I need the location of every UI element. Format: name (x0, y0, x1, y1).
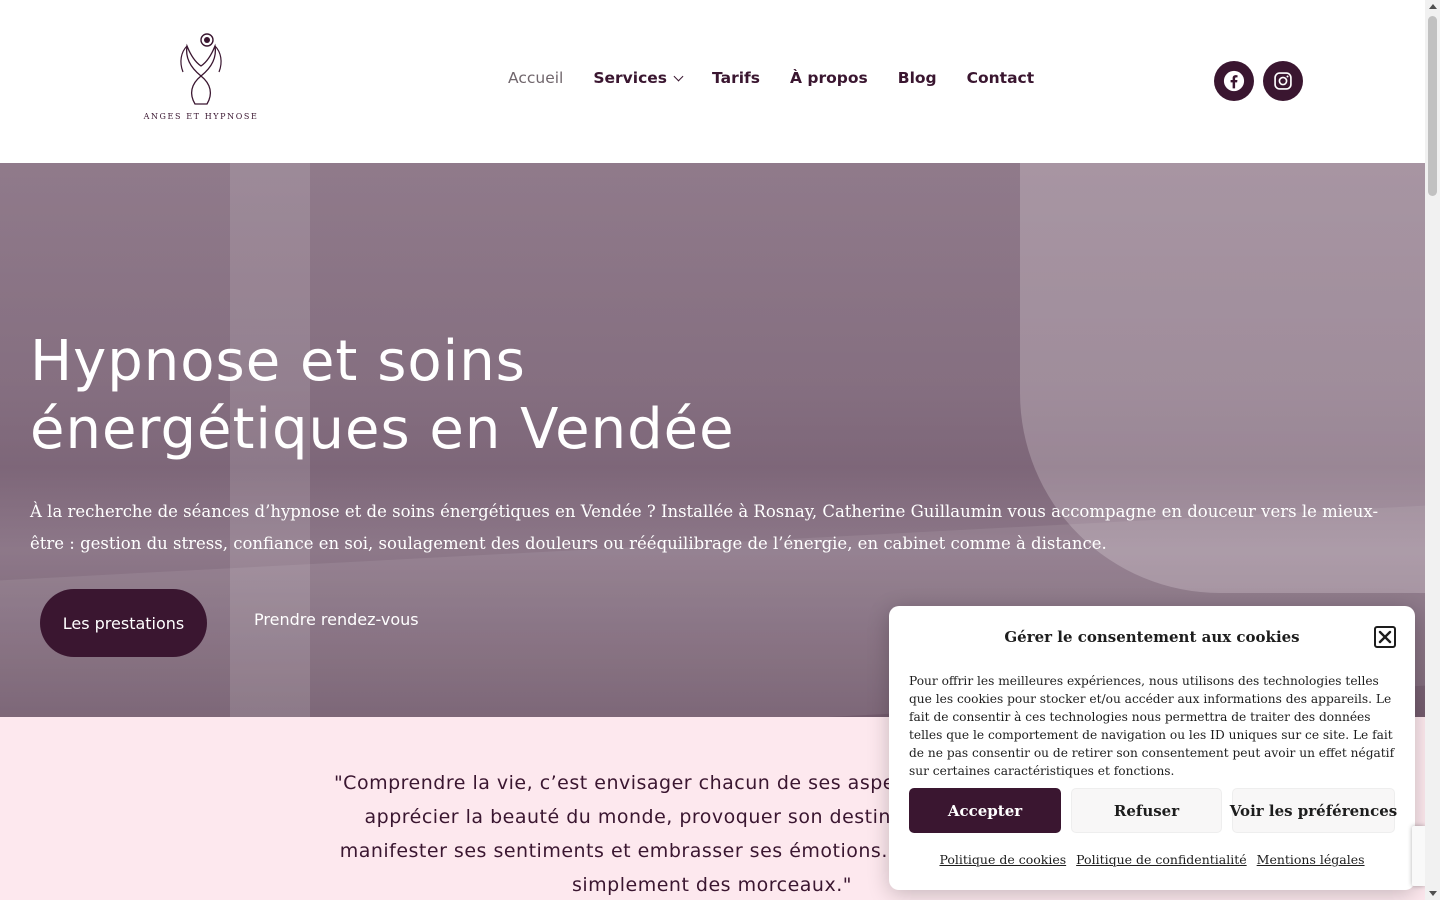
nav-label: Tarifs (712, 69, 760, 87)
hero-title-line: énergétiques en Vendée (30, 397, 735, 462)
refuse-button[interactable]: Refuser (1071, 788, 1222, 833)
recaptcha-badge[interactable] (1412, 826, 1425, 886)
facebook-button[interactable] (1214, 61, 1254, 101)
page-scrollbar[interactable] (1425, 0, 1440, 900)
site-header: ANGES ET HYPNOSE Accueil Services Tarifs… (0, 0, 1425, 163)
nav-label: À propos (790, 69, 868, 87)
nav-contact[interactable]: Contact (967, 69, 1035, 87)
nav-blog[interactable]: Blog (898, 69, 937, 87)
preferences-button[interactable]: Voir les préférences (1230, 788, 1397, 833)
hero-title: Hypnose et soins énergétiques en Vendée (30, 328, 790, 464)
nav-label: Contact (966, 69, 1035, 87)
chevron-down-icon (673, 71, 684, 81)
nav-label: Services (593, 69, 668, 87)
instagram-icon (1274, 72, 1292, 90)
hero-title-line: Hypnose et soins (30, 329, 526, 394)
cookie-title: Gérer le consentement aux cookies (1004, 628, 1300, 646)
cookie-description: Pour offrir les meilleures expériences, … (909, 674, 1395, 778)
site-logo[interactable]: ANGES ET HYPNOSE (140, 28, 262, 128)
close-button[interactable] (1374, 626, 1396, 648)
nav-label: Blog (897, 69, 937, 87)
prestations-button[interactable]: Les prestations (40, 589, 207, 657)
main-nav: Accueil Services Tarifs À propos Blog Co… (508, 69, 1034, 87)
nav-accueil[interactable]: Accueil (508, 69, 563, 87)
cookie-consent-dialog: Gérer le consentement aux cookies Pour o… (889, 606, 1415, 890)
privacy-policy-link[interactable]: Politique de confidentialité (1076, 852, 1247, 867)
cookie-policy-link[interactable]: Politique de cookies (939, 852, 1066, 867)
hands-logo-icon (180, 33, 222, 105)
nav-tarifs[interactable]: Tarifs (712, 69, 760, 87)
accept-button[interactable]: Accepter (909, 788, 1061, 833)
rendez-vous-link[interactable]: Prendre rendez-vous (254, 610, 419, 629)
cookie-links: Politique de cookies Politique de confid… (889, 852, 1415, 867)
close-icon (1378, 630, 1392, 644)
facebook-icon (1223, 70, 1245, 92)
legal-notice-link[interactable]: Mentions légales (1257, 852, 1365, 867)
instagram-button[interactable] (1263, 61, 1303, 101)
hero-description: À la recherche de séances d’hypnose et d… (30, 502, 1379, 553)
nav-label: Accueil (508, 69, 564, 87)
logo-text: ANGES ET HYPNOSE (143, 112, 259, 121)
nav-a-propos[interactable]: À propos (790, 69, 868, 87)
scroll-thumb[interactable] (1428, 16, 1437, 196)
scroll-down-arrow-icon[interactable] (1429, 891, 1437, 896)
scroll-up-arrow-icon[interactable] (1429, 4, 1437, 9)
nav-services[interactable]: Services (593, 69, 684, 87)
